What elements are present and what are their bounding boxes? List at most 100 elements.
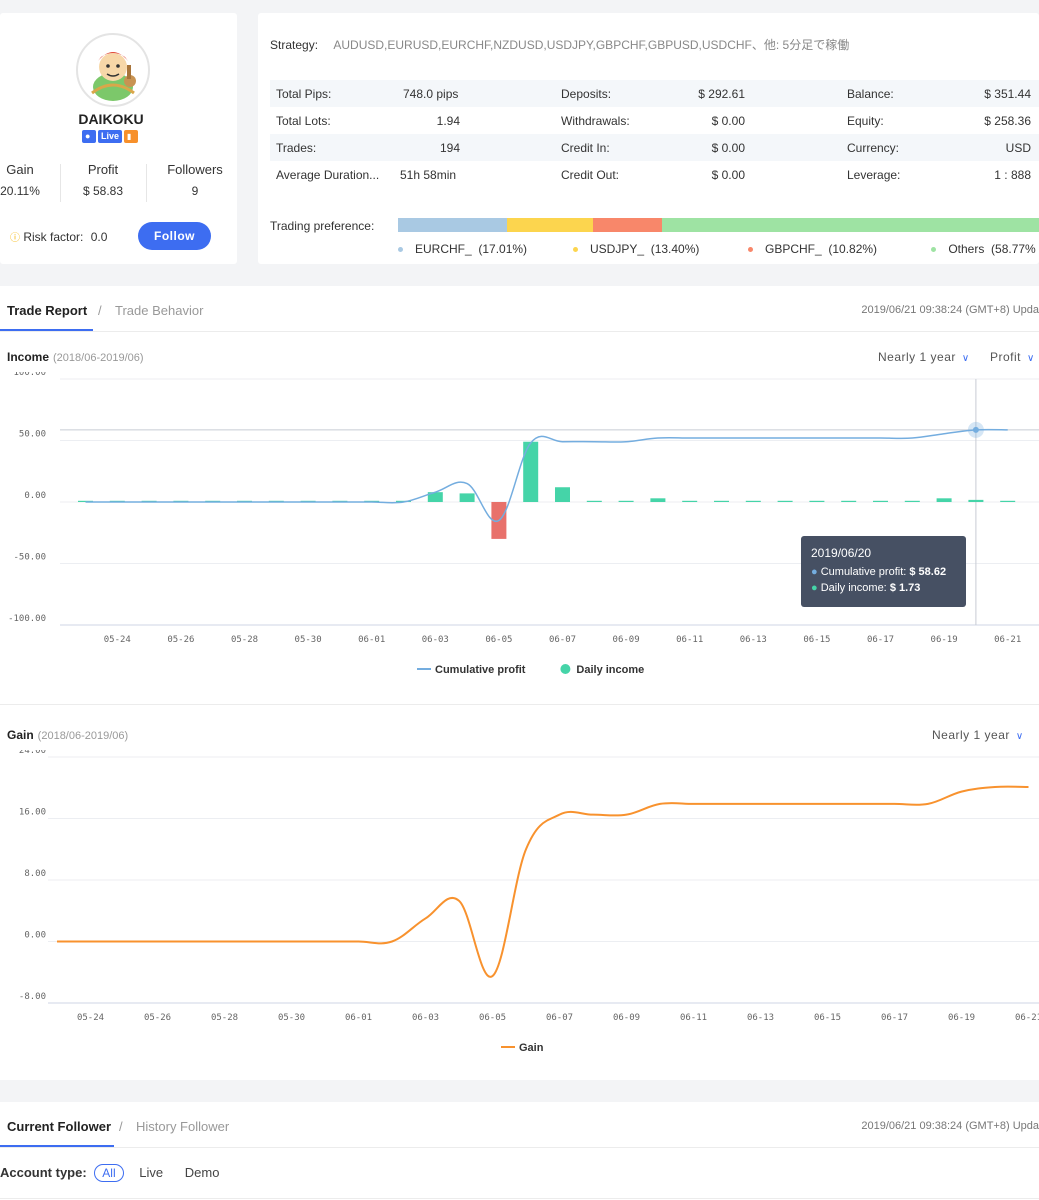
withdrawals-label: Withdrawals:	[561, 114, 630, 128]
preference-segment[interactable]	[592, 218, 663, 232]
x-tick-label: 06-03	[412, 1013, 439, 1023]
x-tick-label: 06-09	[613, 635, 640, 645]
income-bar[interactable]	[904, 500, 920, 502]
period-dropdown[interactable]: Nearly 1 year ∨	[878, 350, 970, 364]
dot-icon	[398, 247, 403, 253]
dot-icon	[748, 247, 753, 253]
chevron-down-icon: ∨	[1027, 353, 1035, 364]
chevron-down-icon: ∨	[961, 353, 970, 364]
equity-label: Equity:	[847, 114, 884, 128]
follow-button[interactable]: Follow	[138, 222, 211, 250]
income-chart[interactable]: 100.00 50.00 0.00 -50.00 -100.00 05-24 05-26 05…	[0, 372, 1039, 682]
chevron-down-icon: ∨	[1015, 731, 1024, 742]
gain-title-text: Gain	[7, 728, 34, 742]
income-bar[interactable]	[841, 500, 857, 502]
income-bar[interactable]	[459, 493, 475, 502]
income-bar[interactable]	[682, 500, 698, 502]
tab-trade-report[interactable]: Trade Report	[7, 303, 87, 318]
gain-chart[interactable]: 24.00 16.00 8.00 0.00 -8.00 05-24 05-26 05-28 05…	[0, 750, 1039, 1060]
divider	[0, 331, 1039, 332]
tab-current-follower[interactable]: Current Follower	[7, 1119, 111, 1134]
profile-card: DAIKOKU ● Live ▮ Gain 20.11% Profit $ 58…	[0, 13, 237, 264]
legend-marker	[560, 664, 571, 674]
x-tick-label: 06-11	[676, 635, 703, 645]
stats-row: Total Pips: 748.0 pips Deposits: $ 292.6…	[270, 80, 1039, 107]
y-tick-label: -50.00	[13, 553, 46, 563]
income-bar[interactable]	[555, 487, 570, 502]
y-tick-label: 100.00	[13, 372, 46, 378]
user-icon: ●	[82, 130, 96, 143]
pref-name: GBPCHF_	[765, 242, 822, 256]
divider	[0, 1198, 1039, 1199]
x-tick-label: 06-13	[740, 635, 767, 645]
income-title: Income (2018/06-2019/06)	[7, 350, 144, 364]
dot-icon	[931, 247, 937, 253]
y-tick-label: -100.00	[8, 614, 46, 624]
income-bar[interactable]	[1000, 500, 1016, 502]
x-tick-label: 06-07	[546, 1013, 573, 1023]
tooltip-cum-label: Cumulative profit:	[820, 566, 907, 578]
income-bar[interactable]	[714, 500, 729, 502]
gain-period-dropdown[interactable]: Nearly 1 year ∨	[932, 728, 1024, 742]
currency-value: USD	[1005, 141, 1031, 155]
filter-all[interactable]: All	[94, 1164, 124, 1182]
income-title-text: Income	[7, 350, 50, 364]
chart-tooltip: 2019/06/20 ● Cumulative profit: $ 58.62 …	[801, 536, 966, 607]
profit-label: Profit	[87, 162, 119, 177]
legend-item-others: Others (58.77%	[928, 242, 1036, 256]
x-tick-label: 06-03	[422, 635, 449, 645]
income-bar[interactable]	[968, 499, 984, 502]
income-bar[interactable]	[586, 500, 602, 502]
income-bar[interactable]	[777, 500, 793, 502]
trades-label: Trades:	[276, 141, 317, 155]
income-bar[interactable]	[650, 498, 666, 502]
income-bar[interactable]	[618, 500, 634, 502]
filter-live[interactable]: Live	[139, 1165, 163, 1180]
divider	[0, 704, 1039, 705]
credit-in-value: $ 0.00	[711, 141, 745, 155]
income-bar[interactable]	[809, 500, 825, 502]
x-tick-label: 06-15	[814, 1013, 841, 1023]
credit-in-label: Credit In:	[561, 141, 610, 155]
x-tick-label: 05-24	[77, 1013, 104, 1023]
x-tick-label: 05-28	[231, 635, 258, 645]
income-bar[interactable]	[873, 500, 888, 502]
info-icon: ⓘ	[10, 233, 20, 244]
gain-title: Gain (2018/06-2019/06)	[7, 728, 128, 742]
x-tick-label: 06-05	[479, 1013, 506, 1023]
gain-period-value: Nearly 1 year	[932, 728, 1010, 742]
y-tick-label: 8.00	[24, 869, 46, 879]
income-bar[interactable]	[936, 498, 952, 502]
stat-divider	[146, 164, 147, 202]
followers-label: Followers	[167, 162, 223, 177]
preference-segment[interactable]	[398, 218, 508, 232]
tab-trade-behavior[interactable]: Trade Behavior	[115, 303, 203, 318]
stats-row: Average Duration... 51h 58min Credit Out…	[270, 161, 1039, 188]
tab-history-follower[interactable]: History Follower	[136, 1119, 229, 1134]
pref-pct: (17.01%)	[478, 242, 528, 256]
income-bar[interactable]	[745, 500, 761, 502]
highlight-point	[972, 426, 979, 433]
legend-label[interactable]: Gain	[519, 1042, 544, 1054]
trades-value: 194	[439, 141, 460, 155]
preference-segment[interactable]	[662, 218, 1039, 232]
total-pips-label: Total Pips:	[276, 87, 332, 101]
credit-out-value: $ 0.00	[711, 168, 745, 182]
legend-label[interactable]: Daily income	[576, 664, 644, 676]
tooltip-daily-value: $ 1.73	[889, 582, 921, 594]
income-bar[interactable]	[523, 441, 539, 502]
y-tick-label: -8.00	[19, 992, 46, 1002]
followers-value: 9	[191, 184, 199, 198]
badge-row: ● Live ▮	[82, 130, 139, 143]
x-tick-label: 05-30	[295, 635, 322, 645]
updated-time: 2019/06/21 09:38:24 (GMT+8) Upda	[861, 1120, 1039, 1132]
x-tick-label: 06-17	[867, 635, 894, 645]
preference-segment[interactable]	[507, 218, 594, 232]
avatar[interactable]	[76, 33, 150, 107]
metric-dropdown[interactable]: Profit ∨	[990, 350, 1035, 364]
divider	[0, 1147, 1039, 1148]
filter-demo[interactable]: Demo	[185, 1165, 220, 1180]
x-tick-label: 05-26	[167, 635, 194, 645]
x-tick-label: 05-24	[104, 635, 131, 645]
legend-label[interactable]: Cumulative profit	[435, 664, 526, 676]
